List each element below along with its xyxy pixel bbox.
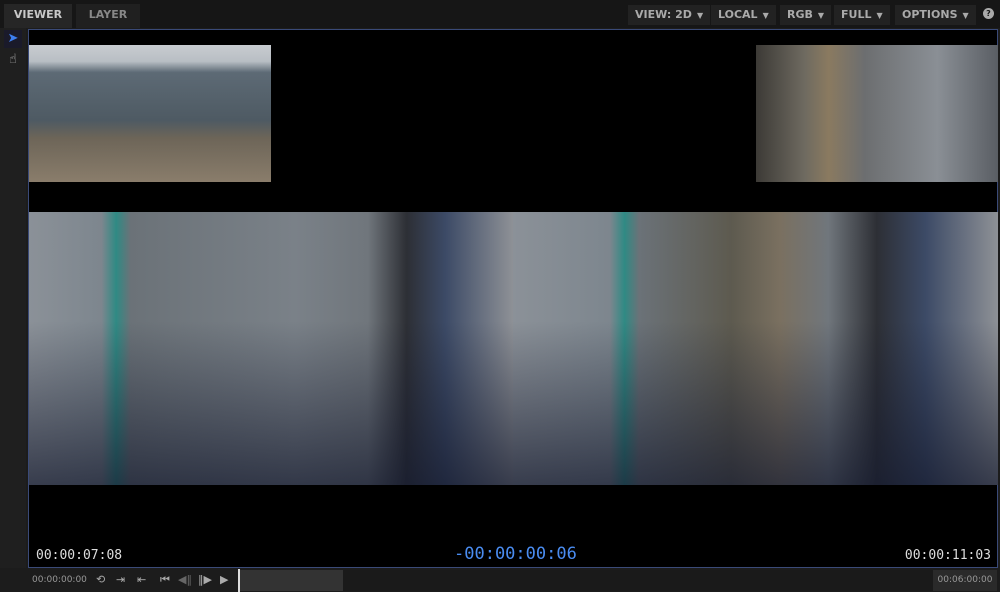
step-back-icon[interactable]: ◀‖ bbox=[178, 573, 192, 586]
chevron-down-icon: ▼ bbox=[962, 11, 969, 20]
timeline-empty[interactable] bbox=[343, 570, 933, 591]
local-label: LOCAL bbox=[718, 8, 758, 21]
options-label: OPTIONS bbox=[902, 8, 958, 21]
step-forward-icon[interactable]: ‖▶ bbox=[198, 573, 212, 586]
timeline-track[interactable] bbox=[240, 570, 343, 591]
resolution-dropdown[interactable]: FULL ▼ bbox=[834, 5, 890, 25]
pointer-icon[interactable]: ➤ bbox=[4, 30, 22, 48]
resolution-label: FULL bbox=[841, 8, 872, 21]
viewer-canvas[interactable]: 00:00:07:08 -00:00:00:06 00:00:11:03 bbox=[28, 29, 998, 568]
go-to-start-icon[interactable]: ⏮ bbox=[160, 573, 170, 587]
tab-layer[interactable]: LAYER bbox=[76, 4, 140, 28]
left-timecode: 00:00:07:08 bbox=[36, 548, 123, 563]
chevron-down-icon: ▼ bbox=[817, 11, 825, 20]
top-bar: VIEWER LAYER VIEW: 2D ▼ LOCAL ▼ RGB ▼ FULL ▼… bbox=[0, 0, 1000, 28]
frame-right bbox=[513, 212, 998, 485]
view-mode-label: VIEW: 2D bbox=[635, 8, 692, 21]
tool-bar: ➤ ☝ bbox=[0, 28, 26, 568]
play-icon[interactable]: ▶ bbox=[220, 573, 228, 586]
chevron-down-icon: ▼ bbox=[696, 11, 704, 20]
thumbnail-warehouse bbox=[29, 45, 271, 182]
mark-out-icon[interactable]: ⇥ bbox=[116, 573, 125, 586]
hand-icon[interactable]: ☝ bbox=[4, 51, 22, 69]
channel-dropdown[interactable]: RGB ▼ bbox=[780, 5, 832, 25]
mark-in-icon[interactable]: ⇤ bbox=[137, 573, 146, 586]
frame-left bbox=[29, 212, 513, 485]
right-timecode: 00:00:11:03 bbox=[904, 548, 991, 563]
chevron-down-icon: ▼ bbox=[876, 11, 883, 20]
options-dropdown[interactable]: OPTIONS ▼ bbox=[895, 5, 976, 25]
tab-viewer[interactable]: VIEWER bbox=[4, 4, 72, 28]
loop-icon[interactable]: ⟲ bbox=[96, 573, 105, 586]
view-mode-dropdown[interactable]: VIEW: 2D ▼ bbox=[628, 5, 711, 25]
help-icon[interactable]: ? bbox=[983, 8, 994, 19]
thumbnail-soldiers bbox=[756, 45, 998, 182]
channel-label: RGB bbox=[787, 8, 813, 21]
chevron-down-icon: ▼ bbox=[762, 11, 769, 20]
local-dropdown[interactable]: LOCAL ▼ bbox=[711, 5, 776, 25]
transport-bar: 00:00:00:00 ⟲ ⇥ ⇤ ⏮ ◀‖ ‖▶ ▶ 00:06:00:00 bbox=[0, 569, 1000, 592]
end-time: 00:06:00:00 bbox=[933, 570, 997, 591]
center-timecode: -00:00:00:06 bbox=[454, 544, 577, 564]
start-time: 00:00:00:00 bbox=[32, 575, 87, 585]
